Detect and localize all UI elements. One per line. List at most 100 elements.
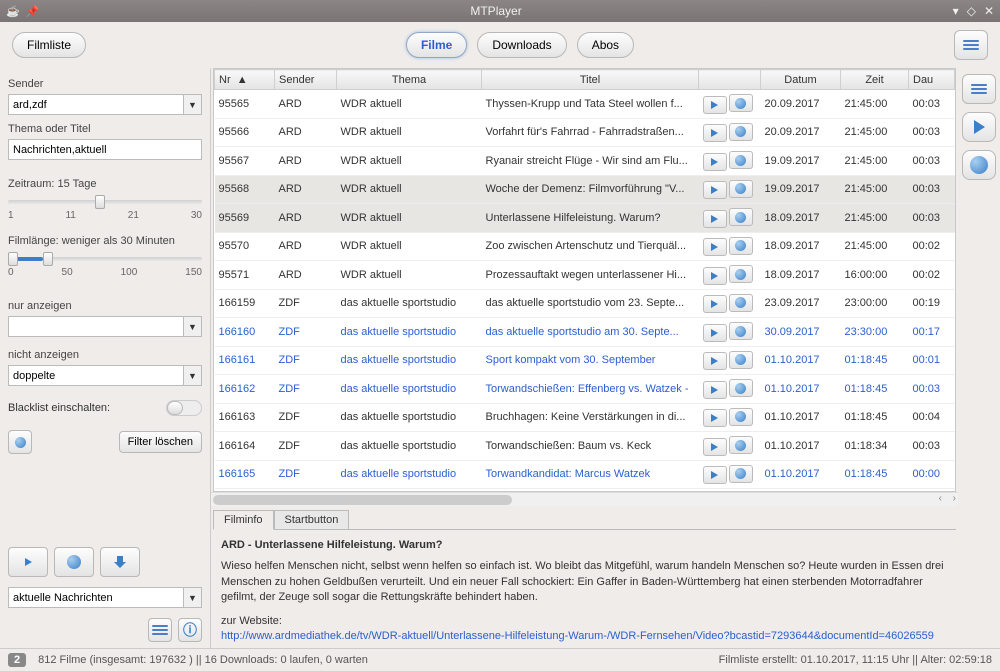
sender-dropdown-icon[interactable]: ▼ xyxy=(184,94,202,115)
table-row[interactable]: 95565ARDWDR aktuellThyssen-Krupp und Tat… xyxy=(215,90,955,119)
globe-icon xyxy=(735,440,746,451)
row-web-button[interactable] xyxy=(729,265,753,283)
menu-button[interactable] xyxy=(954,30,988,60)
nur-anzeigen-input[interactable] xyxy=(8,316,184,337)
table-row[interactable]: 166159ZDFdas aktuelle sportstudiodas akt… xyxy=(215,289,955,318)
right-record-button[interactable] xyxy=(962,150,996,180)
pin-icon[interactable]: 📌 xyxy=(26,5,40,18)
row-web-button[interactable] xyxy=(729,94,753,112)
row-play-button[interactable] xyxy=(703,181,727,199)
globe-icon xyxy=(735,98,746,109)
play-icon xyxy=(711,215,718,223)
filme-tab-button[interactable]: Filme xyxy=(406,32,467,58)
row-play-button[interactable] xyxy=(703,466,727,484)
info-help-button[interactable]: ⓘ xyxy=(178,618,202,642)
record-film-button[interactable] xyxy=(54,547,94,577)
row-web-button[interactable] xyxy=(729,208,753,226)
tab-startbutton[interactable]: Startbutton xyxy=(274,510,350,529)
table-row[interactable]: 166163ZDFdas aktuelle sportstudioBruchha… xyxy=(215,403,955,432)
row-play-button[interactable] xyxy=(703,238,727,256)
row-play-button[interactable] xyxy=(703,409,727,427)
status-left: 812 Filme (insgesamt: 197632 ) || 16 Dow… xyxy=(38,654,368,666)
zeitraum-slider[interactable] xyxy=(8,200,202,204)
tab-filminfo[interactable]: Filminfo xyxy=(213,510,274,530)
thema-input[interactable] xyxy=(8,139,202,160)
download-film-button[interactable] xyxy=(100,547,140,577)
play-icon xyxy=(711,386,718,394)
nur-anzeigen-dropdown-icon[interactable]: ▼ xyxy=(184,316,202,337)
play-film-button[interactable] xyxy=(8,547,48,577)
row-play-button[interactable] xyxy=(703,210,727,228)
globe-filter-button[interactable] xyxy=(8,430,32,454)
sender-input[interactable] xyxy=(8,94,184,115)
abos-tab-button[interactable]: Abos xyxy=(577,32,634,58)
play-icon xyxy=(711,272,718,280)
row-play-button[interactable] xyxy=(703,324,727,342)
film-table-wrap[interactable]: Nr ▲ Sender Thema Titel Datum Zeit Dau 9… xyxy=(213,68,956,492)
row-web-button[interactable] xyxy=(729,436,753,454)
row-play-button[interactable] xyxy=(703,96,727,114)
right-play-button[interactable] xyxy=(962,112,996,142)
right-menu-button[interactable] xyxy=(962,74,996,104)
row-web-button[interactable] xyxy=(729,465,753,483)
col-sender[interactable]: Sender xyxy=(275,70,337,90)
sender-label: Sender xyxy=(8,78,202,90)
row-play-button[interactable] xyxy=(703,153,727,171)
list-mode-button[interactable] xyxy=(148,618,172,642)
col-play[interactable] xyxy=(699,70,761,90)
play-icon xyxy=(711,357,718,365)
row-web-button[interactable] xyxy=(729,379,753,397)
table-row[interactable]: 166162ZDFdas aktuelle sportstudioTorwand… xyxy=(215,375,955,404)
row-play-button[interactable] xyxy=(703,352,727,370)
horizontal-scrollbar[interactable]: ‹› xyxy=(211,492,958,506)
row-play-button[interactable] xyxy=(703,438,727,456)
table-row[interactable]: 166160ZDFdas aktuelle sportstudiodas akt… xyxy=(215,318,955,347)
globe-icon xyxy=(735,183,746,194)
preset-dropdown-icon[interactable]: ▼ xyxy=(184,587,202,608)
nicht-anzeigen-input[interactable] xyxy=(8,365,184,386)
maximize-icon[interactable]: ◇ xyxy=(967,4,976,18)
right-action-column xyxy=(958,68,1000,648)
row-web-button[interactable] xyxy=(729,123,753,141)
close-icon[interactable]: ✕ xyxy=(984,4,994,18)
filmlaenge-slider[interactable] xyxy=(8,257,202,261)
table-row[interactable]: 95568ARDWDR aktuellWoche der Demenz: Fil… xyxy=(215,175,955,204)
row-play-button[interactable] xyxy=(703,124,727,142)
row-web-button[interactable] xyxy=(729,151,753,169)
nicht-anzeigen-dropdown-icon[interactable]: ▼ xyxy=(184,365,202,386)
table-row[interactable]: 166164ZDFdas aktuelle sportstudioTorwand… xyxy=(215,432,955,461)
table-row[interactable]: 95571ARDWDR aktuellProzessauftakt wegen … xyxy=(215,261,955,290)
row-web-button[interactable] xyxy=(729,322,753,340)
col-dauer[interactable]: Dau xyxy=(909,70,955,90)
row-web-button[interactable] xyxy=(729,408,753,426)
blacklist-switch[interactable] xyxy=(166,400,202,416)
table-row[interactable]: 95570ARDWDR aktuellZoo zwischen Artensch… xyxy=(215,232,955,261)
col-titel[interactable]: Titel xyxy=(482,70,699,90)
globe-icon xyxy=(735,126,746,137)
minimize-icon[interactable]: ▾ xyxy=(953,4,959,18)
content-area: Nr ▲ Sender Thema Titel Datum Zeit Dau 9… xyxy=(210,68,958,648)
info-link[interactable]: http://www.ardmediathek.de/tv/WDR-aktuel… xyxy=(221,630,934,642)
filmliste-button[interactable]: Filmliste xyxy=(12,32,86,58)
row-play-button[interactable] xyxy=(703,267,727,285)
row-web-button[interactable] xyxy=(729,237,753,255)
row-web-button[interactable] xyxy=(729,180,753,198)
table-row[interactable]: 95567ARDWDR aktuellRyanair streicht Flüg… xyxy=(215,147,955,176)
downloads-tab-button[interactable]: Downloads xyxy=(477,32,566,58)
row-web-button[interactable] xyxy=(729,294,753,312)
col-zeit[interactable]: Zeit xyxy=(841,70,909,90)
col-datum[interactable]: Datum xyxy=(761,70,841,90)
row-play-button[interactable] xyxy=(703,381,727,399)
row-play-button[interactable] xyxy=(703,295,727,313)
nicht-anzeigen-label: nicht anzeigen xyxy=(8,349,202,361)
col-nr[interactable]: Nr ▲ xyxy=(215,70,275,90)
table-row[interactable]: 166165ZDFdas aktuelle sportstudioTorwand… xyxy=(215,460,955,489)
table-row[interactable]: 95566ARDWDR aktuellVorfahrt für's Fahrra… xyxy=(215,118,955,147)
table-row[interactable]: 95569ARDWDR aktuellUnterlassene Hilfelei… xyxy=(215,204,955,233)
table-row[interactable]: 166161ZDFdas aktuelle sportstudioSport k… xyxy=(215,346,955,375)
filter-loeschen-button[interactable]: Filter löschen xyxy=(119,431,202,453)
row-web-button[interactable] xyxy=(729,351,753,369)
globe-icon xyxy=(735,240,746,251)
preset-input[interactable] xyxy=(8,587,184,608)
col-thema[interactable]: Thema xyxy=(337,70,482,90)
